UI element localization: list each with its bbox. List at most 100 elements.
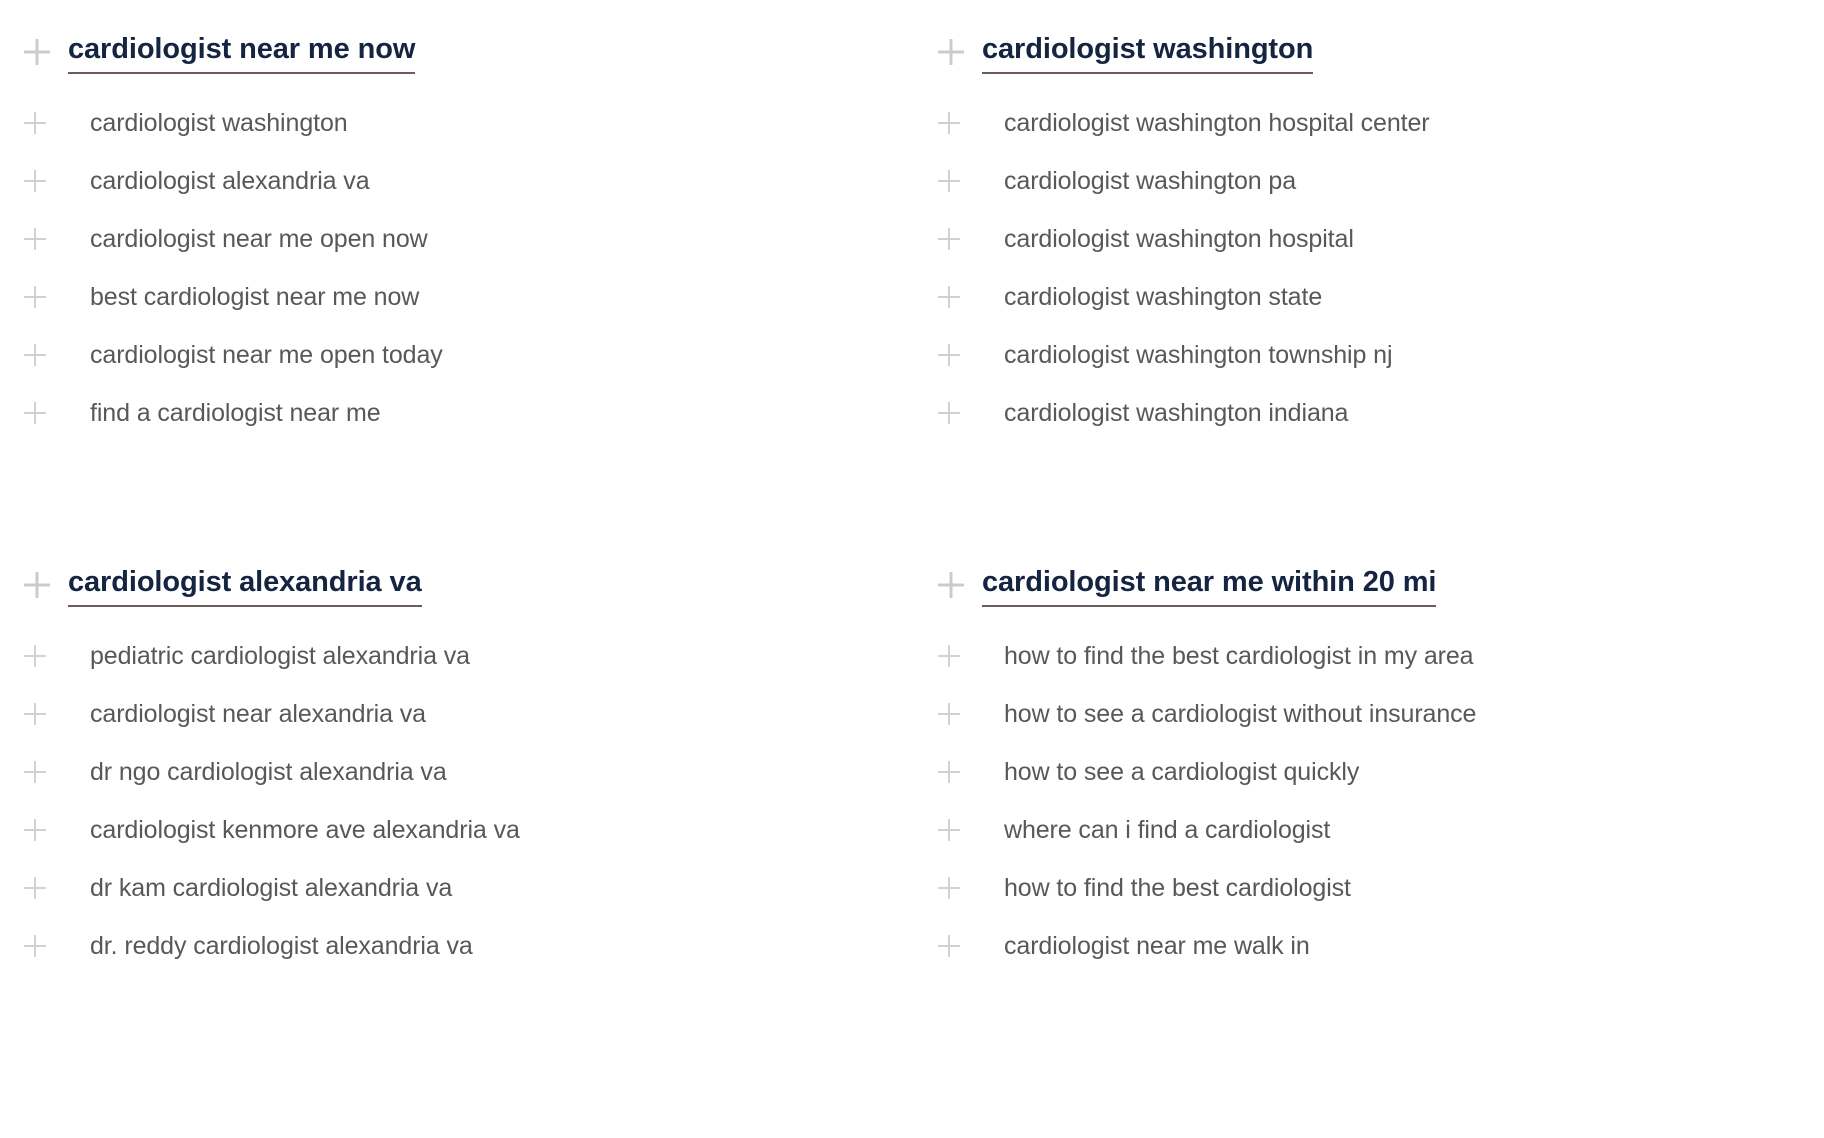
expand-child-button[interactable] (24, 819, 68, 841)
child-keyword-label[interactable]: cardiologist washington hospital (982, 223, 1354, 255)
plus-icon (24, 703, 46, 725)
seed-keyword-label[interactable]: cardiologist near me now (68, 31, 415, 74)
seed-keyword-label[interactable]: cardiologist near me within 20 mi (982, 564, 1436, 607)
child-keyword-row[interactable]: cardiologist washington hospital center (938, 94, 1824, 152)
child-keyword-label[interactable]: cardiologist alexandria va (68, 165, 370, 197)
child-keyword-row[interactable]: dr. reddy cardiologist alexandria va (24, 917, 912, 975)
plus-icon (938, 402, 960, 424)
plus-icon (24, 819, 46, 841)
expand-child-button[interactable] (938, 228, 982, 250)
child-keyword-row[interactable]: dr kam cardiologist alexandria va (24, 859, 912, 917)
expand-child-button[interactable] (24, 112, 68, 134)
child-keyword-row[interactable]: cardiologist washington pa (938, 152, 1824, 210)
child-keyword-label[interactable]: cardiologist washington township nj (982, 339, 1393, 371)
expand-seed-button[interactable] (938, 39, 982, 65)
expand-child-button[interactable] (24, 344, 68, 366)
child-keyword-label[interactable]: how to see a cardiologist without insura… (982, 698, 1476, 730)
seed-keyword-link-wrap: cardiologist alexandria va (68, 564, 422, 607)
expand-child-button[interactable] (938, 703, 982, 725)
seed-keyword-row[interactable]: cardiologist near me now (24, 24, 912, 80)
child-keyword-label[interactable]: where can i find a cardiologist (982, 814, 1330, 846)
child-keyword-label[interactable]: find a cardiologist near me (68, 397, 381, 429)
child-keyword-row[interactable]: how to see a cardiologist without insura… (938, 685, 1824, 743)
child-keyword-label[interactable]: cardiologist washington pa (982, 165, 1296, 197)
child-keyword-row[interactable]: cardiologist washington indiana (938, 384, 1824, 442)
child-keyword-row[interactable]: cardiologist near alexandria va (24, 685, 912, 743)
child-keyword-label[interactable]: cardiologist near me open now (68, 223, 428, 255)
child-keyword-label[interactable]: cardiologist washington state (982, 281, 1322, 313)
child-keyword-label[interactable]: dr ngo cardiologist alexandria va (68, 756, 447, 788)
child-keyword-row[interactable]: how to find the best cardiologist in my … (938, 627, 1824, 685)
expand-child-button[interactable] (938, 286, 982, 308)
plus-icon (24, 935, 46, 957)
child-keyword-row[interactable]: cardiologist kenmore ave alexandria va (24, 801, 912, 859)
child-keyword-row[interactable]: cardiologist washington township nj (938, 326, 1824, 384)
seed-keyword-link-wrap: cardiologist near me within 20 mi (982, 564, 1436, 607)
seed-keyword-row[interactable]: cardiologist alexandria va (24, 557, 912, 613)
child-keyword-row[interactable]: pediatric cardiologist alexandria va (24, 627, 912, 685)
seed-keyword-label[interactable]: cardiologist alexandria va (68, 564, 422, 607)
keyword-group-row-top: cardiologist near me now cardiologist wa… (0, 0, 1824, 442)
plus-icon (24, 344, 46, 366)
child-keyword-label[interactable]: how to see a cardiologist quickly (982, 756, 1359, 788)
child-keyword-list: cardiologist washington hospital center … (938, 94, 1824, 442)
child-keyword-row[interactable]: cardiologist near me walk in (938, 917, 1824, 975)
child-keyword-row[interactable]: dr ngo cardiologist alexandria va (24, 743, 912, 801)
expand-child-button[interactable] (24, 170, 68, 192)
child-keyword-row[interactable]: where can i find a cardiologist (938, 801, 1824, 859)
plus-icon (938, 228, 960, 250)
expand-child-button[interactable] (24, 286, 68, 308)
plus-icon (24, 170, 46, 192)
expand-child-button[interactable] (24, 645, 68, 667)
plus-icon (24, 645, 46, 667)
child-keyword-row[interactable]: cardiologist near me open now (24, 210, 912, 268)
expand-child-button[interactable] (938, 935, 982, 957)
expand-child-button[interactable] (24, 402, 68, 424)
child-keyword-label[interactable]: dr. reddy cardiologist alexandria va (68, 930, 473, 962)
expand-child-button[interactable] (938, 112, 982, 134)
expand-child-button[interactable] (938, 344, 982, 366)
child-keyword-label[interactable]: cardiologist kenmore ave alexandria va (68, 814, 520, 846)
expand-child-button[interactable] (938, 170, 982, 192)
child-keyword-row[interactable]: cardiologist near me open today (24, 326, 912, 384)
child-keyword-label[interactable]: best cardiologist near me now (68, 281, 419, 313)
child-keyword-label[interactable]: cardiologist washington indiana (982, 397, 1348, 429)
expand-child-button[interactable] (24, 703, 68, 725)
child-keyword-label[interactable]: cardiologist washington (68, 107, 348, 139)
expand-child-button[interactable] (24, 228, 68, 250)
child-keyword-row[interactable]: cardiologist washington (24, 94, 912, 152)
child-keyword-row[interactable]: cardiologist washington hospital (938, 210, 1824, 268)
expand-child-button[interactable] (938, 761, 982, 783)
expand-child-button[interactable] (24, 935, 68, 957)
plus-icon (24, 761, 46, 783)
expand-child-button[interactable] (938, 402, 982, 424)
child-keyword-row[interactable]: best cardiologist near me now (24, 268, 912, 326)
child-keyword-row[interactable]: how to find the best cardiologist (938, 859, 1824, 917)
seed-keyword-label[interactable]: cardiologist washington (982, 31, 1313, 74)
child-keyword-label[interactable]: pediatric cardiologist alexandria va (68, 640, 470, 672)
child-keyword-row[interactable]: cardiologist washington state (938, 268, 1824, 326)
seed-keyword-row[interactable]: cardiologist washington (938, 24, 1824, 80)
child-keyword-label[interactable]: how to find the best cardiologist in my … (982, 640, 1474, 672)
child-keyword-row[interactable]: how to see a cardiologist quickly (938, 743, 1824, 801)
child-keyword-row[interactable]: cardiologist alexandria va (24, 152, 912, 210)
plus-icon (938, 761, 960, 783)
expand-child-button[interactable] (938, 645, 982, 667)
expand-child-button[interactable] (24, 877, 68, 899)
expand-seed-button[interactable] (938, 572, 982, 598)
expand-child-button[interactable] (938, 819, 982, 841)
keyword-group-top-left: cardiologist near me now cardiologist wa… (0, 24, 912, 442)
plus-icon (938, 645, 960, 667)
child-keyword-label[interactable]: dr kam cardiologist alexandria va (68, 872, 452, 904)
expand-seed-button[interactable] (24, 572, 68, 598)
expand-child-button[interactable] (24, 761, 68, 783)
child-keyword-label[interactable]: cardiologist near alexandria va (68, 698, 426, 730)
child-keyword-label[interactable]: cardiologist near me open today (68, 339, 443, 371)
expand-seed-button[interactable] (24, 39, 68, 65)
child-keyword-label[interactable]: cardiologist washington hospital center (982, 107, 1430, 139)
expand-child-button[interactable] (938, 877, 982, 899)
child-keyword-row[interactable]: find a cardiologist near me (24, 384, 912, 442)
child-keyword-label[interactable]: cardiologist near me walk in (982, 930, 1310, 962)
seed-keyword-row[interactable]: cardiologist near me within 20 mi (938, 557, 1824, 613)
child-keyword-label[interactable]: how to find the best cardiologist (982, 872, 1351, 904)
